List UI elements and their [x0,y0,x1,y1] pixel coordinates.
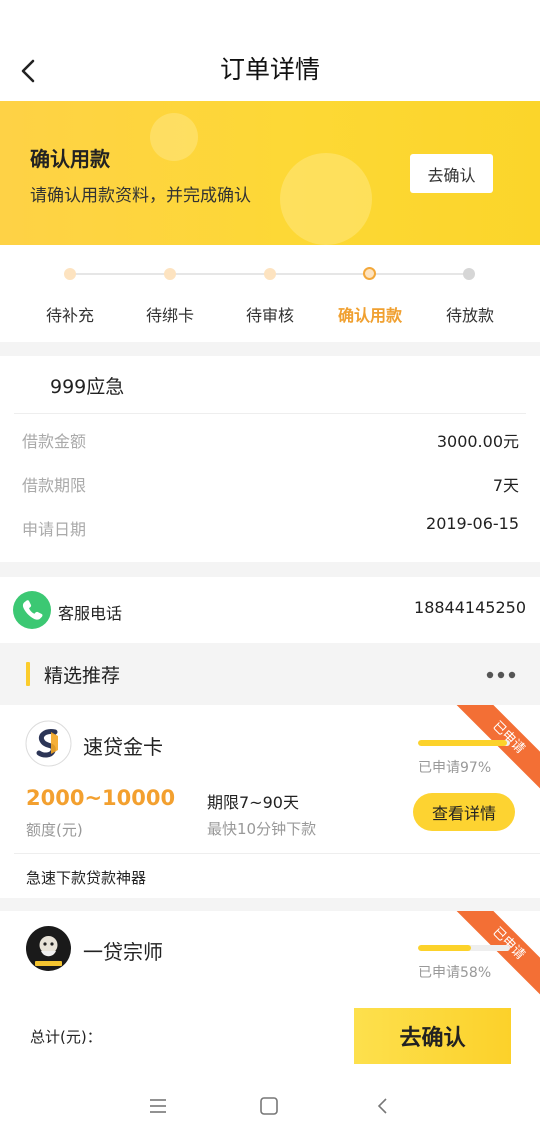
step-dot-current [363,267,376,280]
product-card[interactable]: 一贷宗师 已申请 已申请58% [0,911,540,1001]
product-slogan: 急速下款贷款神器 [26,869,147,887]
divider [14,853,540,854]
recommend-header: 精选推荐 [0,643,540,705]
product-name: 999应急 [50,376,125,398]
step-label-current: 确认用款 [337,306,402,325]
customer-service-phone[interactable]: 18844145250 [414,598,526,617]
product-name: 速贷金卡 [83,735,163,759]
apply-progress-bar [418,740,510,746]
step-label: 待补充 [45,306,94,325]
progress-steps: 待补充 待绑卡 待审核 确认用款 待放款 [0,245,540,342]
section-marker [26,662,30,686]
loan-speed: 最快10分钟下款 [207,820,317,838]
step-label: 待审核 [245,306,294,325]
step-dot [463,268,475,280]
step-dot [64,268,76,280]
credit-amount-label: 额度(元) [26,821,83,839]
applied-percent: 已申请97% [418,760,492,776]
product-logo-icon [26,926,71,971]
phone-icon [13,591,51,629]
step-label: 待放款 [445,306,494,325]
apply-date-label: 申请日期 [22,520,87,539]
step-dot [264,268,276,280]
apply-progress-fill [418,945,472,951]
credit-amount: 2000~10000 [26,786,176,810]
banner-title: 确认用款 [30,147,110,171]
system-nav-bar [0,1085,540,1125]
decor-bubble [280,153,372,245]
banner-subtitle: 请确认用款资料，并完成确认 [30,186,251,206]
product-logo-icon [25,720,72,767]
page-title: 订单详情 [219,55,320,84]
total-label: 总计(元)： [30,1028,102,1046]
more-icon[interactable] [486,671,516,679]
order-card: 999应急 借款金额 3000.00元 借款期限 7天 申请日期 2019-06… [0,356,540,562]
decor-bubble [150,113,198,161]
loan-term: 期限7~90天 [207,793,299,812]
divider [14,413,526,414]
header: 订单详情 [0,0,540,101]
product-name: 一贷宗师 [83,940,163,964]
bottom-bar: 总计(元)： 去确认 [0,1001,540,1140]
view-details-button[interactable]: 查看详情 [413,793,515,831]
customer-service-row[interactable]: 客服电话 18844145250 [0,577,540,643]
apply-progress-bar [418,945,510,951]
step-dot [164,268,176,280]
product-card[interactable]: 速贷金卡 已申请 已申请97% 2000~10000 额度(元) 期限7~90天… [0,705,540,898]
applied-ribbon: 已申请 [449,705,540,797]
loan-term-label: 借款期限 [22,476,87,495]
loan-amount-label: 借款金额 [22,432,87,451]
loan-amount-value: 3000.00元 [436,432,519,451]
applied-percent: 已申请58% [418,965,492,981]
home-icon[interactable] [258,1095,280,1117]
step-label: 待绑卡 [145,306,194,325]
banner-confirm-button[interactable]: 去确认 [410,154,493,193]
recommend-title: 精选推荐 [44,665,121,687]
status-banner: 确认用款 请确认用款资料，并完成确认 去确认 [0,101,540,245]
loan-term-value: 7天 [492,476,519,495]
apply-progress-fill [418,740,508,746]
applied-ribbon: 已申请 [449,911,540,1001]
apply-date-value: 2019-06-15 [426,514,519,533]
menu-icon[interactable] [147,1095,169,1117]
confirm-button[interactable]: 去确认 [354,1008,511,1064]
customer-service-label: 客服电话 [58,604,123,623]
back-icon[interactable] [372,1095,394,1117]
